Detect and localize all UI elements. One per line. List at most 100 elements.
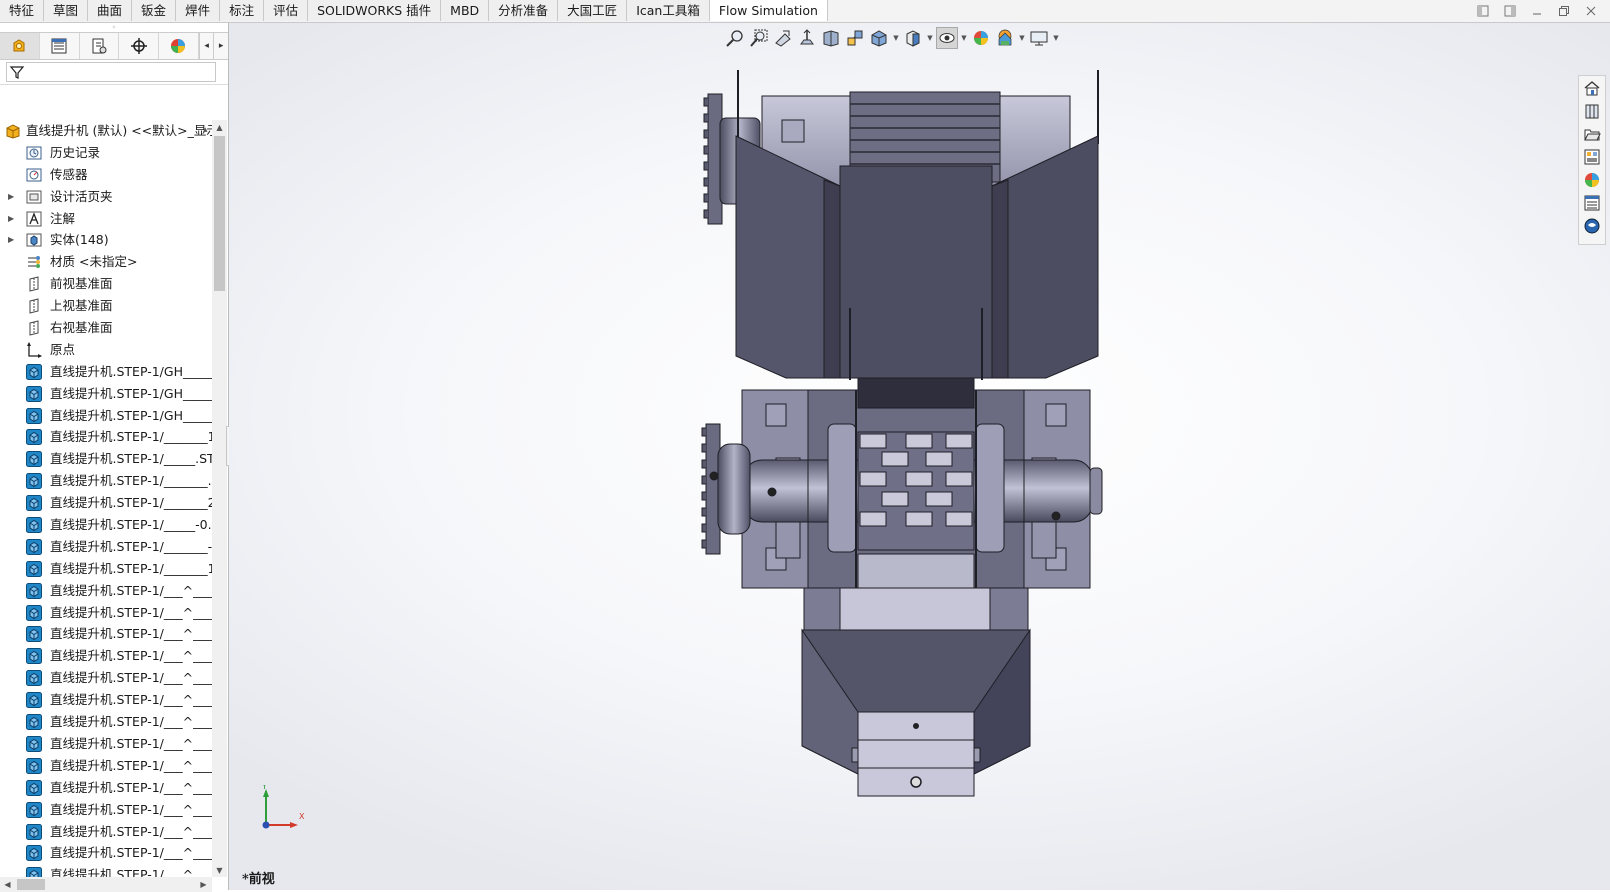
tab-8[interactable]: MBD (441, 0, 490, 21)
file-explorer-icon[interactable] (1581, 122, 1603, 145)
display-style-icon[interactable] (868, 27, 890, 49)
scroll-left-icon[interactable]: ◀ (0, 877, 15, 891)
tree-item[interactable]: 直线提升机.STEP-1/_______1 (0, 558, 212, 580)
tab-7[interactable]: SOLIDWORKS 插件 (308, 0, 442, 21)
tree-filter-input[interactable] (6, 62, 216, 82)
tree-item[interactable]: 直线提升机.STEP-1/___^___ (0, 689, 212, 711)
configurationmanager-icon[interactable] (80, 33, 120, 59)
tabs-scroll-left-icon[interactable]: ◂ (198, 33, 214, 59)
view-settings-dropdown-icon[interactable]: ▼ (1052, 34, 1060, 42)
tree-item[interactable]: 直线提升机.STEP-1/___^___ (0, 623, 212, 645)
tree-item[interactable]: 传感器 (0, 164, 212, 186)
view-cube-icon[interactable] (902, 27, 924, 49)
close-icon[interactable] (1577, 2, 1604, 20)
edit-appearance-icon[interactable] (970, 27, 992, 49)
tree-item[interactable]: 直线提升机.STEP-1/___^___ (0, 864, 212, 877)
propertymanager-icon[interactable] (40, 33, 80, 59)
tab-1[interactable]: 草图 (44, 0, 89, 21)
body-icon (26, 845, 42, 862)
tree-vertical-scrollbar[interactable]: ▲ ▼ (212, 120, 227, 877)
tree-item[interactable]: 原点 (0, 339, 212, 361)
tree-item[interactable]: 直线提升机.STEP-1/___^___ (0, 667, 212, 689)
apply-scene-dropdown-icon[interactable]: ▼ (1018, 34, 1026, 42)
tree-item[interactable]: 直线提升机.STEP-1/_______. (0, 470, 212, 492)
expand-arrow-icon[interactable]: ▶ (8, 186, 16, 208)
tree-item[interactable]: 直线提升机.STEP-1/_______1 (0, 426, 212, 448)
expand-arrow-icon[interactable]: ▶ (8, 208, 16, 230)
view-cube-dropdown-icon[interactable]: ▼ (926, 34, 934, 42)
tree-item[interactable]: 历史记录 (0, 142, 212, 164)
tab-4[interactable]: 焊件 (176, 0, 221, 21)
scroll-up-icon[interactable]: ▲ (212, 120, 227, 134)
featuremanager-icon[interactable] (0, 33, 40, 59)
tree-item[interactable]: 上视基准面 (0, 295, 212, 317)
minimize-icon[interactable] (1523, 2, 1550, 20)
home-icon[interactable] (1581, 76, 1603, 99)
tree-item[interactable]: 直线提升机.STEP-1/___^___ (0, 799, 212, 821)
tree-item[interactable]: 直线提升机.STEP-1/_____.STE (0, 448, 212, 470)
restore-icon[interactable] (1550, 2, 1577, 20)
tree-item[interactable]: 直线提升机.STEP-1/_______- (0, 536, 212, 558)
display-style-dropdown-icon[interactable]: ▼ (892, 34, 900, 42)
section-view-icon[interactable] (796, 27, 818, 49)
tree-item[interactable]: 直线提升机.STEP-1/___^___ (0, 602, 212, 624)
tab-10[interactable]: 大国工匠 (558, 0, 628, 21)
horizontal-scroll-thumb[interactable] (17, 879, 45, 890)
vertical-scroll-thumb[interactable] (214, 136, 225, 291)
tab-9[interactable]: 分析准备 (489, 0, 559, 21)
tree-item[interactable]: 直线提升机.STEP-1/___^___ (0, 842, 212, 864)
tab-2[interactable]: 曲面 (88, 0, 133, 21)
tree-item[interactable]: 直线提升机.STEP-1/_______2 (0, 492, 212, 514)
tab-0[interactable]: 特征 (0, 0, 45, 21)
tree-item[interactable]: 前视基准面 (0, 273, 212, 295)
tile-right-icon[interactable] (1496, 2, 1523, 20)
view-orientation-icon[interactable] (844, 27, 866, 49)
tree-item[interactable]: 直线提升机.STEP-1/GH_____ (0, 361, 212, 383)
tree-item[interactable]: 直线提升机.STEP-1/_____-0.S (0, 514, 212, 536)
panel-grip[interactable]: ◦ (0, 23, 228, 32)
tree-item[interactable]: 直线提升机.STEP-1/___^___ (0, 711, 212, 733)
scroll-up-arrow[interactable]: ▴ (203, 120, 208, 142)
body-icon (26, 582, 42, 599)
appearances-icon[interactable] (1581, 168, 1603, 191)
scroll-down-icon[interactable]: ▼ (212, 863, 227, 877)
tab-5[interactable]: 标注 (220, 0, 265, 21)
previous-view-icon[interactable] (772, 27, 794, 49)
zoom-to-fit-icon[interactable] (724, 27, 746, 49)
tree-item[interactable]: ▶ 设计活页夹 (0, 186, 212, 208)
tree-root[interactable]: 直线提升机 (默认) <<默认>_显示状 ▴ (0, 120, 212, 142)
dynamic-annotation-icon[interactable] (820, 27, 842, 49)
solidworks-forum-icon[interactable] (1581, 214, 1603, 237)
design-library-icon[interactable] (1581, 99, 1603, 122)
hide-show-items-icon[interactable] (936, 27, 958, 49)
expand-arrow-icon[interactable]: ▶ (8, 229, 16, 251)
tree-item[interactable]: 直线提升机.STEP-1/GH_____ (0, 405, 212, 427)
hide-show-dropdown-icon[interactable]: ▼ (960, 34, 968, 42)
model-3d-view[interactable] (700, 68, 1120, 818)
custom-properties-icon[interactable] (1581, 191, 1603, 214)
tab-6[interactable]: 评估 (264, 0, 309, 21)
tab-3[interactable]: 钣金 (132, 0, 177, 21)
tree-item[interactable]: 直线提升机.STEP-1/___^___ (0, 755, 212, 777)
display-manager-icon[interactable] (159, 33, 199, 59)
tree-item[interactable]: 直线提升机.STEP-1/___^___ (0, 777, 212, 799)
tile-left-icon[interactable] (1469, 2, 1496, 20)
zoom-to-area-icon[interactable] (748, 27, 770, 49)
view-settings-icon[interactable] (1028, 27, 1050, 49)
scroll-right-icon[interactable]: ▶ (196, 877, 211, 891)
tab-12[interactable]: Flow Simulation (709, 0, 828, 21)
view-palette-icon[interactable] (1581, 145, 1603, 168)
tree-item[interactable]: 直线提升机.STEP-1/___^___ (0, 645, 212, 667)
tabs-scroll-right-icon[interactable]: ▸ (213, 33, 228, 59)
tree-item[interactable]: 右视基准面 (0, 317, 212, 339)
tree-item[interactable]: 直线提升机.STEP-1/GH_____ (0, 383, 212, 405)
tab-11[interactable]: Ican工具箱 (627, 0, 710, 21)
tree-item[interactable]: ▶ 实体(148) (0, 229, 212, 251)
tree-item[interactable]: 直线提升机.STEP-1/___^___ (0, 821, 212, 843)
tree-item[interactable]: 直线提升机.STEP-1/___^___ (0, 580, 212, 602)
dimxpert-icon[interactable] (119, 33, 160, 59)
apply-scene-icon[interactable] (994, 27, 1016, 49)
tree-item[interactable]: ▶ 注解 (0, 208, 212, 230)
tree-item[interactable]: 直线提升机.STEP-1/___^___ (0, 733, 212, 755)
tree-item[interactable]: 材质 <未指定> (0, 251, 212, 273)
